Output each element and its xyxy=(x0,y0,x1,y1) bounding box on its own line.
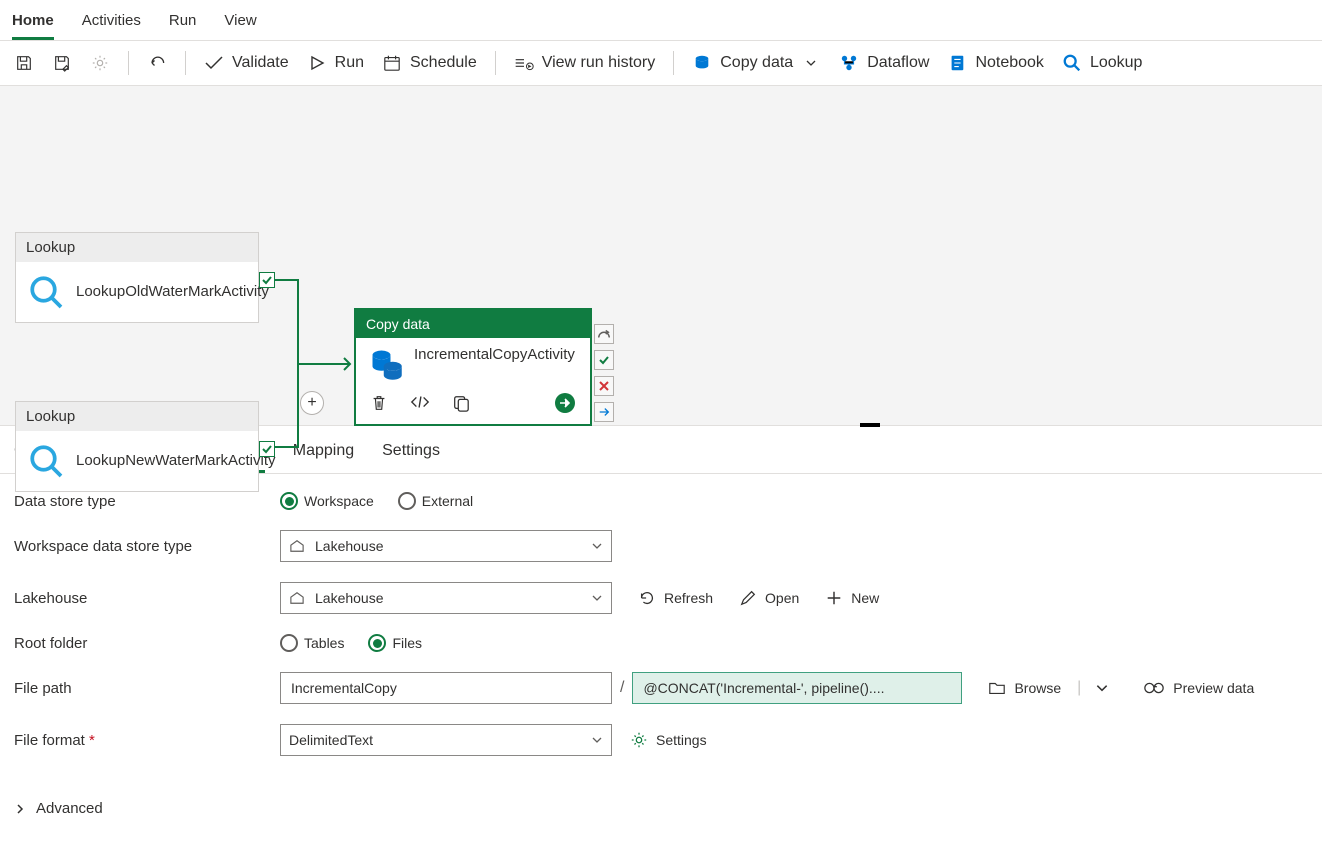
run-label: Run xyxy=(335,54,364,72)
on-skip-badge[interactable] xyxy=(594,324,614,344)
success-badge-icon xyxy=(259,272,275,288)
toolbar-separator xyxy=(185,51,186,75)
format-settings-button[interactable]: Settings xyxy=(630,731,707,749)
add-activity-button[interactable]: + xyxy=(300,391,324,415)
chevron-down-icon xyxy=(591,540,603,552)
notebook-button[interactable]: Notebook xyxy=(947,53,1044,73)
radio-external[interactable]: External xyxy=(398,492,473,510)
validate-label: Validate xyxy=(232,54,289,72)
browse-button[interactable]: Browse xyxy=(988,680,1061,696)
chevron-down-icon xyxy=(591,734,603,746)
copy-data-button[interactable]: Copy data xyxy=(692,53,821,73)
schedule-label: Schedule xyxy=(410,54,477,72)
calendar-icon xyxy=(382,53,402,73)
tab-run[interactable]: Run xyxy=(169,8,197,40)
refresh-icon xyxy=(638,589,656,607)
run-button[interactable]: Run xyxy=(307,53,364,73)
lakehouse-icon xyxy=(289,539,305,553)
file-format-label: File format * xyxy=(14,732,280,749)
search-icon xyxy=(1062,53,1082,73)
chevron-down-icon[interactable] xyxy=(1095,681,1109,695)
lakehouse-dropdown[interactable]: Lakehouse xyxy=(280,582,612,614)
validate-button[interactable]: Validate xyxy=(204,53,289,73)
radio-files[interactable]: Files xyxy=(368,634,422,652)
save-icon[interactable] xyxy=(14,53,34,73)
activity-type-label: Lookup xyxy=(16,402,258,431)
activity-node-lookup-new[interactable]: Lookup LookupNewWaterMarkActivity xyxy=(15,401,259,492)
tab-settings[interactable]: Settings xyxy=(382,438,440,473)
toolbar-separator xyxy=(495,51,496,75)
activity-name: LookupOldWaterMarkActivity xyxy=(76,283,269,302)
code-icon[interactable] xyxy=(410,394,430,412)
refresh-button[interactable]: Refresh xyxy=(638,589,713,607)
file-format-dropdown[interactable]: DelimitedText xyxy=(280,724,612,756)
edit-icon xyxy=(739,589,757,607)
success-badge-icon xyxy=(259,441,275,457)
save-as-icon[interactable] xyxy=(52,53,72,73)
radio-workspace[interactable]: Workspace xyxy=(280,492,374,510)
dataflow-label: Dataflow xyxy=(867,54,929,72)
workspace-data-store-type-dropdown[interactable]: Lakehouse xyxy=(280,530,612,562)
activity-name: IncrementalCopyActivity xyxy=(414,346,575,365)
path-separator: / xyxy=(620,679,624,697)
separator: | xyxy=(1077,679,1081,697)
lookup-label: Lookup xyxy=(1090,54,1143,72)
notebook-label: Notebook xyxy=(975,54,1044,72)
file-path-folder-input[interactable]: IncrementalCopy xyxy=(280,672,612,704)
chevron-down-icon xyxy=(591,592,603,604)
preview-data-button[interactable]: Preview data xyxy=(1143,680,1254,696)
delete-icon[interactable] xyxy=(370,394,388,412)
advanced-toggle[interactable]: Advanced xyxy=(0,794,117,835)
gear-icon xyxy=(630,731,648,749)
database-icon xyxy=(692,53,712,73)
lakehouse-icon xyxy=(289,591,305,605)
dataflow-icon xyxy=(839,53,859,73)
tab-activities[interactable]: Activities xyxy=(82,8,141,40)
activity-node-lookup-old[interactable]: Lookup LookupOldWaterMarkActivity xyxy=(15,232,259,323)
dataflow-button[interactable]: Dataflow xyxy=(839,53,929,73)
copy-icon[interactable] xyxy=(452,394,470,412)
view-run-history-button[interactable]: View run history xyxy=(514,53,656,73)
activity-type-label: Lookup xyxy=(16,233,258,262)
toolbar-separator xyxy=(128,51,129,75)
splitter-handle[interactable] xyxy=(860,423,880,427)
history-icon xyxy=(514,53,534,73)
chevron-down-icon xyxy=(801,53,821,73)
data-store-type-label: Data store type xyxy=(14,493,280,510)
play-icon xyxy=(307,53,327,73)
plus-icon xyxy=(825,589,843,607)
check-icon xyxy=(204,53,224,73)
lakehouse-label: Lakehouse xyxy=(14,590,280,607)
on-success-badge[interactable] xyxy=(594,350,614,370)
on-completion-badge[interactable] xyxy=(594,402,614,422)
search-icon xyxy=(26,441,66,481)
copy-data-label: Copy data xyxy=(720,54,793,72)
lookup-button[interactable]: Lookup xyxy=(1062,53,1143,73)
history-label: View run history xyxy=(542,54,656,72)
schedule-button[interactable]: Schedule xyxy=(382,53,477,73)
run-activity-icon[interactable] xyxy=(554,392,576,414)
notebook-icon xyxy=(947,53,967,73)
new-button[interactable]: New xyxy=(825,589,879,607)
chevron-right-icon xyxy=(14,803,26,815)
search-icon xyxy=(26,272,66,312)
activity-node-copy-data[interactable]: Copy data IncrementalCopyActivity xyxy=(354,308,592,426)
on-fail-badge[interactable] xyxy=(594,376,614,396)
gear-icon[interactable] xyxy=(90,53,110,73)
root-folder-label: Root folder xyxy=(14,635,280,652)
undo-icon[interactable] xyxy=(147,53,167,73)
workspace-data-store-type-label: Workspace data store type xyxy=(14,538,280,555)
file-path-label: File path xyxy=(14,680,280,697)
toolbar-separator xyxy=(673,51,674,75)
activity-type-label: Copy data xyxy=(356,310,590,338)
open-button[interactable]: Open xyxy=(739,589,799,607)
preview-icon xyxy=(1143,681,1165,695)
database-icon xyxy=(368,346,404,382)
tab-home[interactable]: Home xyxy=(12,8,54,40)
folder-icon xyxy=(988,680,1006,696)
activity-name: LookupNewWaterMarkActivity xyxy=(76,452,276,471)
file-path-expression-input[interactable]: @CONCAT('Incremental-', pipeline().... xyxy=(632,672,962,704)
radio-tables[interactable]: Tables xyxy=(280,634,344,652)
tab-view[interactable]: View xyxy=(224,8,256,40)
